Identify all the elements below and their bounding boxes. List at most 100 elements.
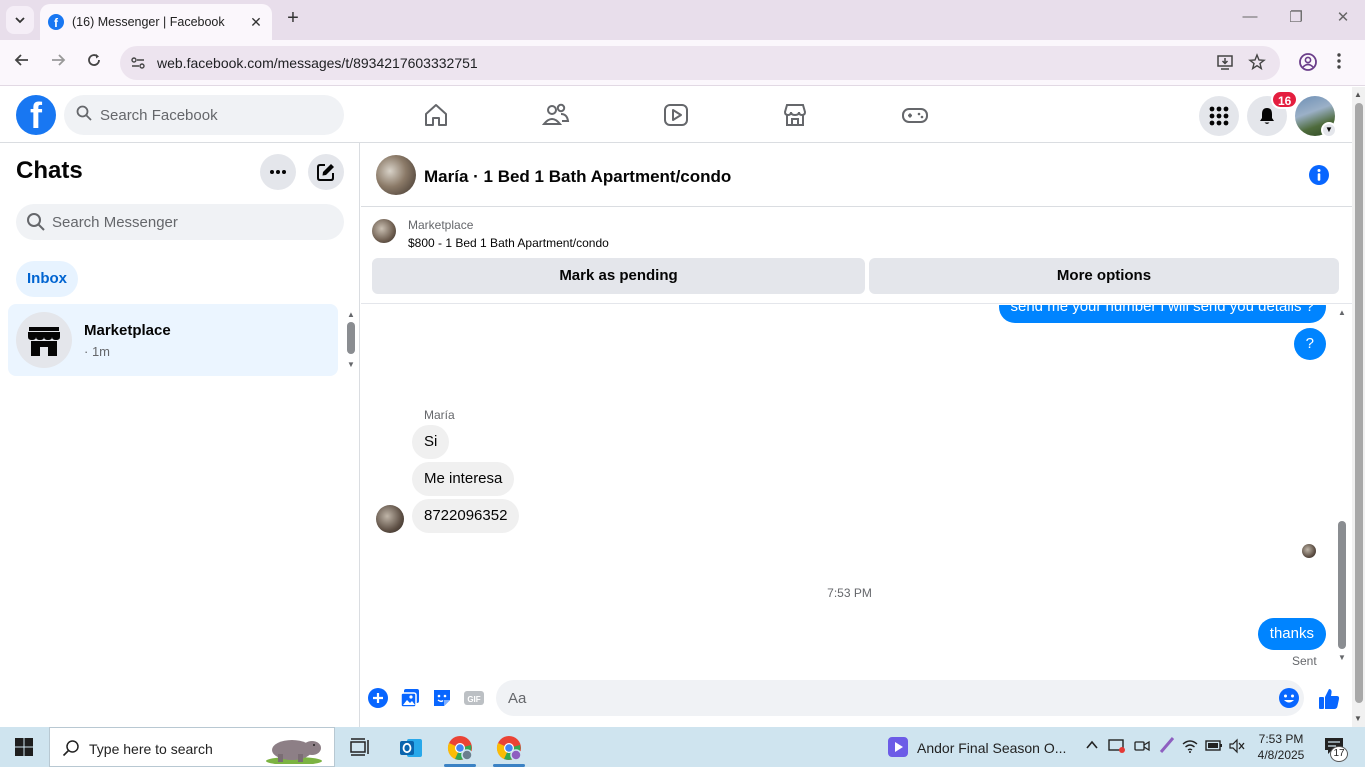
more-options-button[interactable]: More options xyxy=(869,258,1339,294)
media-title[interactable]: Andor Final Season O... xyxy=(917,740,1066,756)
account-chevron-icon[interactable]: ▼ xyxy=(1321,122,1337,138)
chat-list-scrollbar-thumb[interactable] xyxy=(347,322,355,354)
scroll-down-arrow-icon[interactable]: ▼ xyxy=(347,360,355,369)
bookmark-star-icon[interactable] xyxy=(1248,53,1266,76)
forward-button[interactable] xyxy=(47,52,69,74)
tray-overflow-chevron-icon[interactable] xyxy=(1085,738,1099,755)
search-icon xyxy=(26,212,46,235)
profile-icon[interactable] xyxy=(1298,52,1318,77)
message-scrollbar[interactable]: ▲ ▼ xyxy=(1337,305,1347,667)
scroll-up-arrow-icon[interactable]: ▲ xyxy=(1338,308,1346,317)
reload-button[interactable] xyxy=(83,52,105,74)
tab-search-button[interactable] xyxy=(6,6,34,34)
restore-button[interactable]: ❐ xyxy=(1286,8,1306,26)
new-tab-button[interactable]: + xyxy=(282,8,304,30)
chat-time: · 1m xyxy=(84,344,110,359)
menu-grid-button[interactable] xyxy=(1199,96,1239,136)
message-scrollbar-thumb[interactable] xyxy=(1338,521,1346,649)
outgoing-message[interactable]: ? xyxy=(1293,328,1326,360)
marketplace-icon[interactable] xyxy=(781,101,809,129)
message-input-field[interactable] xyxy=(496,680,1304,716)
media-player-icon[interactable] xyxy=(888,737,908,757)
windows-start-icon[interactable] xyxy=(14,737,34,760)
scroll-up-arrow-icon[interactable]: ▲ xyxy=(1354,90,1362,99)
task-view-icon[interactable] xyxy=(348,735,374,761)
message-composer: GIF xyxy=(361,668,1352,727)
battery-icon[interactable] xyxy=(1205,738,1223,755)
install-app-icon[interactable] xyxy=(1216,53,1234,76)
photo-gallery-icon[interactable] xyxy=(399,687,421,709)
tray-app-icon[interactable] xyxy=(1108,738,1126,757)
gif-icon[interactable]: GIF xyxy=(463,687,485,709)
message-input[interactable] xyxy=(508,680,1248,716)
page-scrollbar-thumb[interactable] xyxy=(1355,103,1363,703)
taskbar-search-placeholder: Type here to search xyxy=(89,741,213,757)
inbox-filter-chip[interactable]: Inbox xyxy=(16,261,78,297)
site-settings-icon[interactable] xyxy=(130,55,146,74)
browser-menu-icon[interactable] xyxy=(1336,52,1342,75)
browser-tabstrip: f (16) Messenger | Facebook ✕ + — ❐ ✕ xyxy=(0,0,1365,40)
listing-title[interactable]: $800 - 1 Bed 1 Bath Apartment/condo xyxy=(408,236,609,250)
minimize-button[interactable]: — xyxy=(1240,8,1260,25)
watch-icon[interactable] xyxy=(662,101,690,129)
seen-indicator-avatar xyxy=(1302,544,1316,558)
facebook-search-input[interactable] xyxy=(100,95,330,135)
address-bar[interactable]: web.facebook.com/messages/t/893421760333… xyxy=(120,46,1280,80)
page-scrollbar[interactable]: ▲ ▼ xyxy=(1352,87,1365,727)
facebook-logo-icon[interactable]: f xyxy=(16,95,56,135)
chat-list-item[interactable]: Marketplace · 1m xyxy=(8,304,338,376)
emoji-icon[interactable] xyxy=(1278,687,1300,712)
outgoing-message[interactable]: thanks xyxy=(1257,618,1326,650)
meet-now-icon[interactable] xyxy=(1134,738,1150,757)
outlook-icon[interactable] xyxy=(398,735,424,761)
conversation-title[interactable]: María · 1 Bed 1 Bath Apartment/condo xyxy=(424,167,731,187)
volume-muted-icon[interactable] xyxy=(1229,738,1245,757)
sender-avatar[interactable] xyxy=(376,505,404,533)
clock-date: 4/8/2025 xyxy=(1257,748,1305,762)
message-timestamp: 7:53 PM xyxy=(827,586,872,600)
listing-thumbnail[interactable] xyxy=(372,219,396,243)
clock-time: 7:53 PM xyxy=(1258,732,1304,746)
taskbar-search[interactable]: Type here to search xyxy=(49,727,335,767)
chat-options-button[interactable] xyxy=(260,154,296,190)
scroll-down-arrow-icon[interactable]: ▼ xyxy=(1354,714,1362,723)
close-window-button[interactable]: ✕ xyxy=(1333,8,1353,26)
home-icon[interactable] xyxy=(422,101,450,129)
friends-icon[interactable] xyxy=(541,101,570,129)
conversation-header: María · 1 Bed 1 Bath Apartment/condo xyxy=(361,143,1352,207)
sticker-icon[interactable] xyxy=(431,687,453,709)
scroll-down-arrow-icon[interactable]: ▼ xyxy=(1338,653,1346,662)
close-tab-icon[interactable]: ✕ xyxy=(248,14,264,31)
tab-title: (16) Messenger | Facebook xyxy=(72,15,225,29)
arrow-right-icon xyxy=(52,54,66,66)
taskbar-clock[interactable]: 7:53 PM 4/8/2025 xyxy=(1256,731,1306,763)
messenger-search[interactable] xyxy=(16,204,344,240)
browser-tab-active[interactable]: f (16) Messenger | Facebook ✕ xyxy=(40,4,272,40)
wifi-icon[interactable] xyxy=(1182,738,1198,757)
chat-list-scrollbar[interactable]: ▲ ▼ xyxy=(346,310,356,370)
marketplace-label: Marketplace xyxy=(408,218,474,232)
plus-circle-icon[interactable] xyxy=(367,687,389,709)
conversation-info-icon[interactable] xyxy=(1309,165,1329,188)
chrome-profile-icon[interactable] xyxy=(447,735,473,761)
gaming-icon[interactable] xyxy=(901,101,929,129)
chevron-down-icon xyxy=(15,17,25,24)
message-sent-status: Sent xyxy=(1292,654,1317,667)
back-button[interactable] xyxy=(11,52,33,74)
search-icon xyxy=(62,739,80,760)
incoming-message[interactable]: 8722096352 xyxy=(412,499,520,533)
chrome-icon[interactable] xyxy=(496,735,522,761)
scroll-up-arrow-icon[interactable]: ▲ xyxy=(347,310,355,319)
new-message-button[interactable] xyxy=(308,154,344,190)
outgoing-message[interactable]: send me your number i will send you deta… xyxy=(998,305,1326,323)
incoming-message[interactable]: Si xyxy=(412,425,450,459)
facebook-header: f 16 ▼ xyxy=(0,87,1352,143)
facebook-search[interactable] xyxy=(64,95,344,135)
facebook-favicon-icon: f xyxy=(48,14,64,30)
contact-avatar[interactable] xyxy=(376,155,416,195)
incoming-message[interactable]: Me interesa xyxy=(412,462,515,496)
thumbs-up-icon[interactable] xyxy=(1317,687,1340,709)
mark-as-pending-button[interactable]: Mark as pending xyxy=(372,258,865,294)
messenger-search-input[interactable] xyxy=(52,204,332,240)
pen-icon[interactable] xyxy=(1158,735,1176,758)
